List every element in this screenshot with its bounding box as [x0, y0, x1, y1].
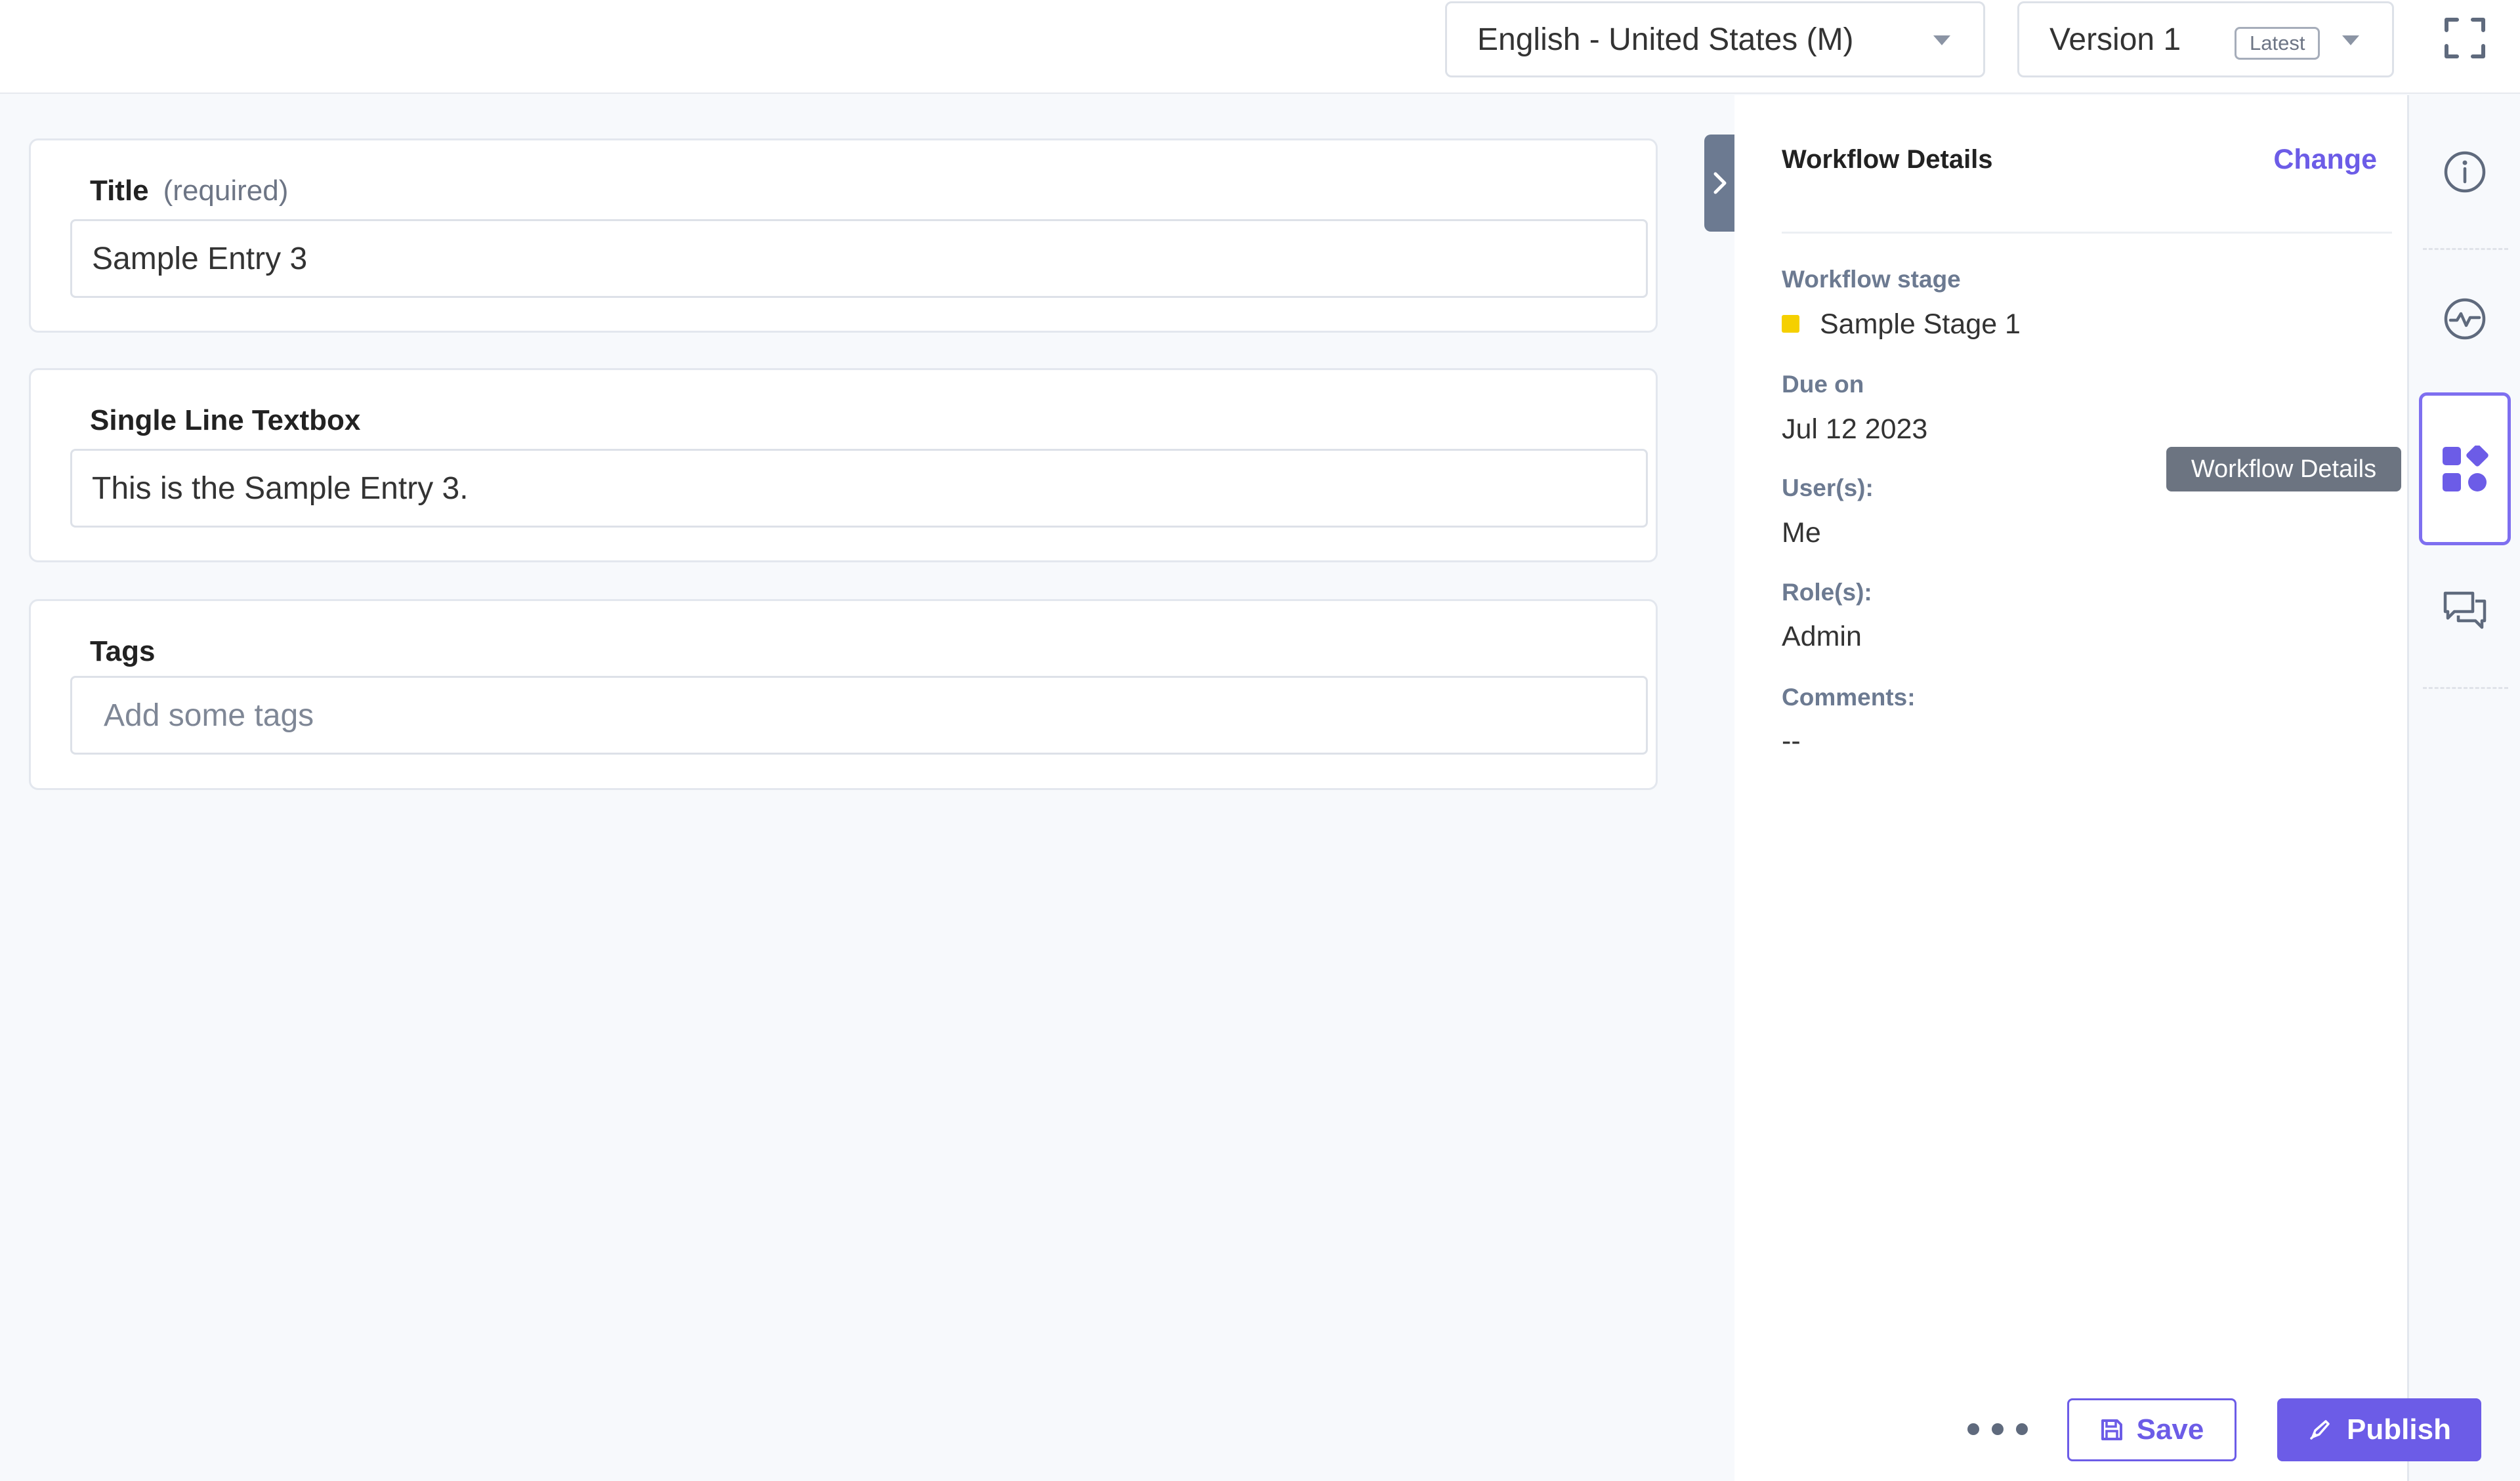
workflow-icon	[2443, 445, 2488, 491]
save-icon	[2101, 1419, 2122, 1440]
roles-value: Admin	[1782, 621, 1862, 652]
dot	[1967, 1423, 1979, 1435]
rail-divider	[2423, 248, 2508, 250]
title-label-text: Title	[90, 175, 149, 207]
tags-label: Tags	[90, 635, 156, 667]
workflow-details-panel: Workflow Details Change Workflow stage S…	[1734, 95, 2409, 1481]
chevron-down-icon	[2342, 35, 2359, 45]
publish-button[interactable]: Publish	[2277, 1398, 2481, 1461]
version-label: Version 1	[2049, 22, 2181, 57]
comments-label: Comments:	[1782, 684, 1916, 711]
version-dropdown[interactable]: Version 1 Latest	[2017, 1, 2394, 77]
single-line-label: Single Line Textbox	[90, 404, 361, 436]
panel-divider	[1782, 232, 2392, 234]
workflow-stage-value: Sample Stage 1	[1820, 308, 2021, 340]
dot	[1992, 1423, 2004, 1435]
due-on-label: Due on	[1782, 371, 1864, 398]
chevron-down-icon	[1933, 35, 1950, 45]
more-options-button[interactable]	[1967, 1416, 2028, 1442]
latest-badge: Latest	[2235, 27, 2320, 60]
users-value: Me	[1782, 517, 1821, 549]
locale-dropdown[interactable]: English - United States (M)	[1445, 1, 1985, 77]
tags-input[interactable]: Add some tags	[70, 676, 1648, 755]
users-label: User(s):	[1782, 474, 1874, 501]
required-hint: (required)	[163, 175, 289, 207]
single-line-input[interactable]: This is the Sample Entry 3.	[70, 449, 1648, 528]
publish-label: Publish	[2347, 1413, 2451, 1446]
comments-icon[interactable]	[2443, 589, 2487, 634]
comments-value: --	[1782, 725, 1801, 757]
change-workflow-link[interactable]: Change	[2273, 144, 2377, 176]
tags-field-card: Tags Add some tags	[29, 599, 1658, 790]
fullscreen-icon[interactable]	[2444, 17, 2486, 59]
workflow-stage-label: Workflow stage	[1782, 266, 1961, 293]
publish-icon	[2310, 1420, 2330, 1440]
activity-icon[interactable]	[2443, 297, 2487, 341]
panel-title: Workflow Details	[1782, 145, 1993, 174]
workflow-details-tooltip: Workflow Details	[2166, 447, 2401, 491]
title-input[interactable]: Sample Entry 3	[70, 219, 1648, 298]
workflow-details-tab[interactable]	[2419, 392, 2511, 545]
chevron-right-icon	[1713, 172, 1726, 194]
top-bar: English - United States (M) Version 1 La…	[0, 0, 2520, 94]
stage-color-indicator	[1782, 315, 1799, 333]
locale-label: English - United States (M)	[1477, 22, 1854, 57]
roles-label: Role(s):	[1782, 579, 1872, 606]
save-label: Save	[2136, 1413, 2204, 1446]
single-line-field-card: Single Line Textbox This is the Sample E…	[29, 368, 1658, 562]
rail-divider	[2423, 687, 2508, 689]
title-field-card: Title (required) Sample Entry 3	[29, 138, 1658, 333]
dot	[2016, 1423, 2028, 1435]
info-icon[interactable]	[2443, 150, 2487, 194]
title-label: Title (required)	[90, 175, 288, 207]
collapse-panel-button[interactable]	[1704, 135, 1735, 232]
save-button[interactable]: Save	[2067, 1398, 2236, 1461]
due-on-value: Jul 12 2023	[1782, 413, 1928, 445]
